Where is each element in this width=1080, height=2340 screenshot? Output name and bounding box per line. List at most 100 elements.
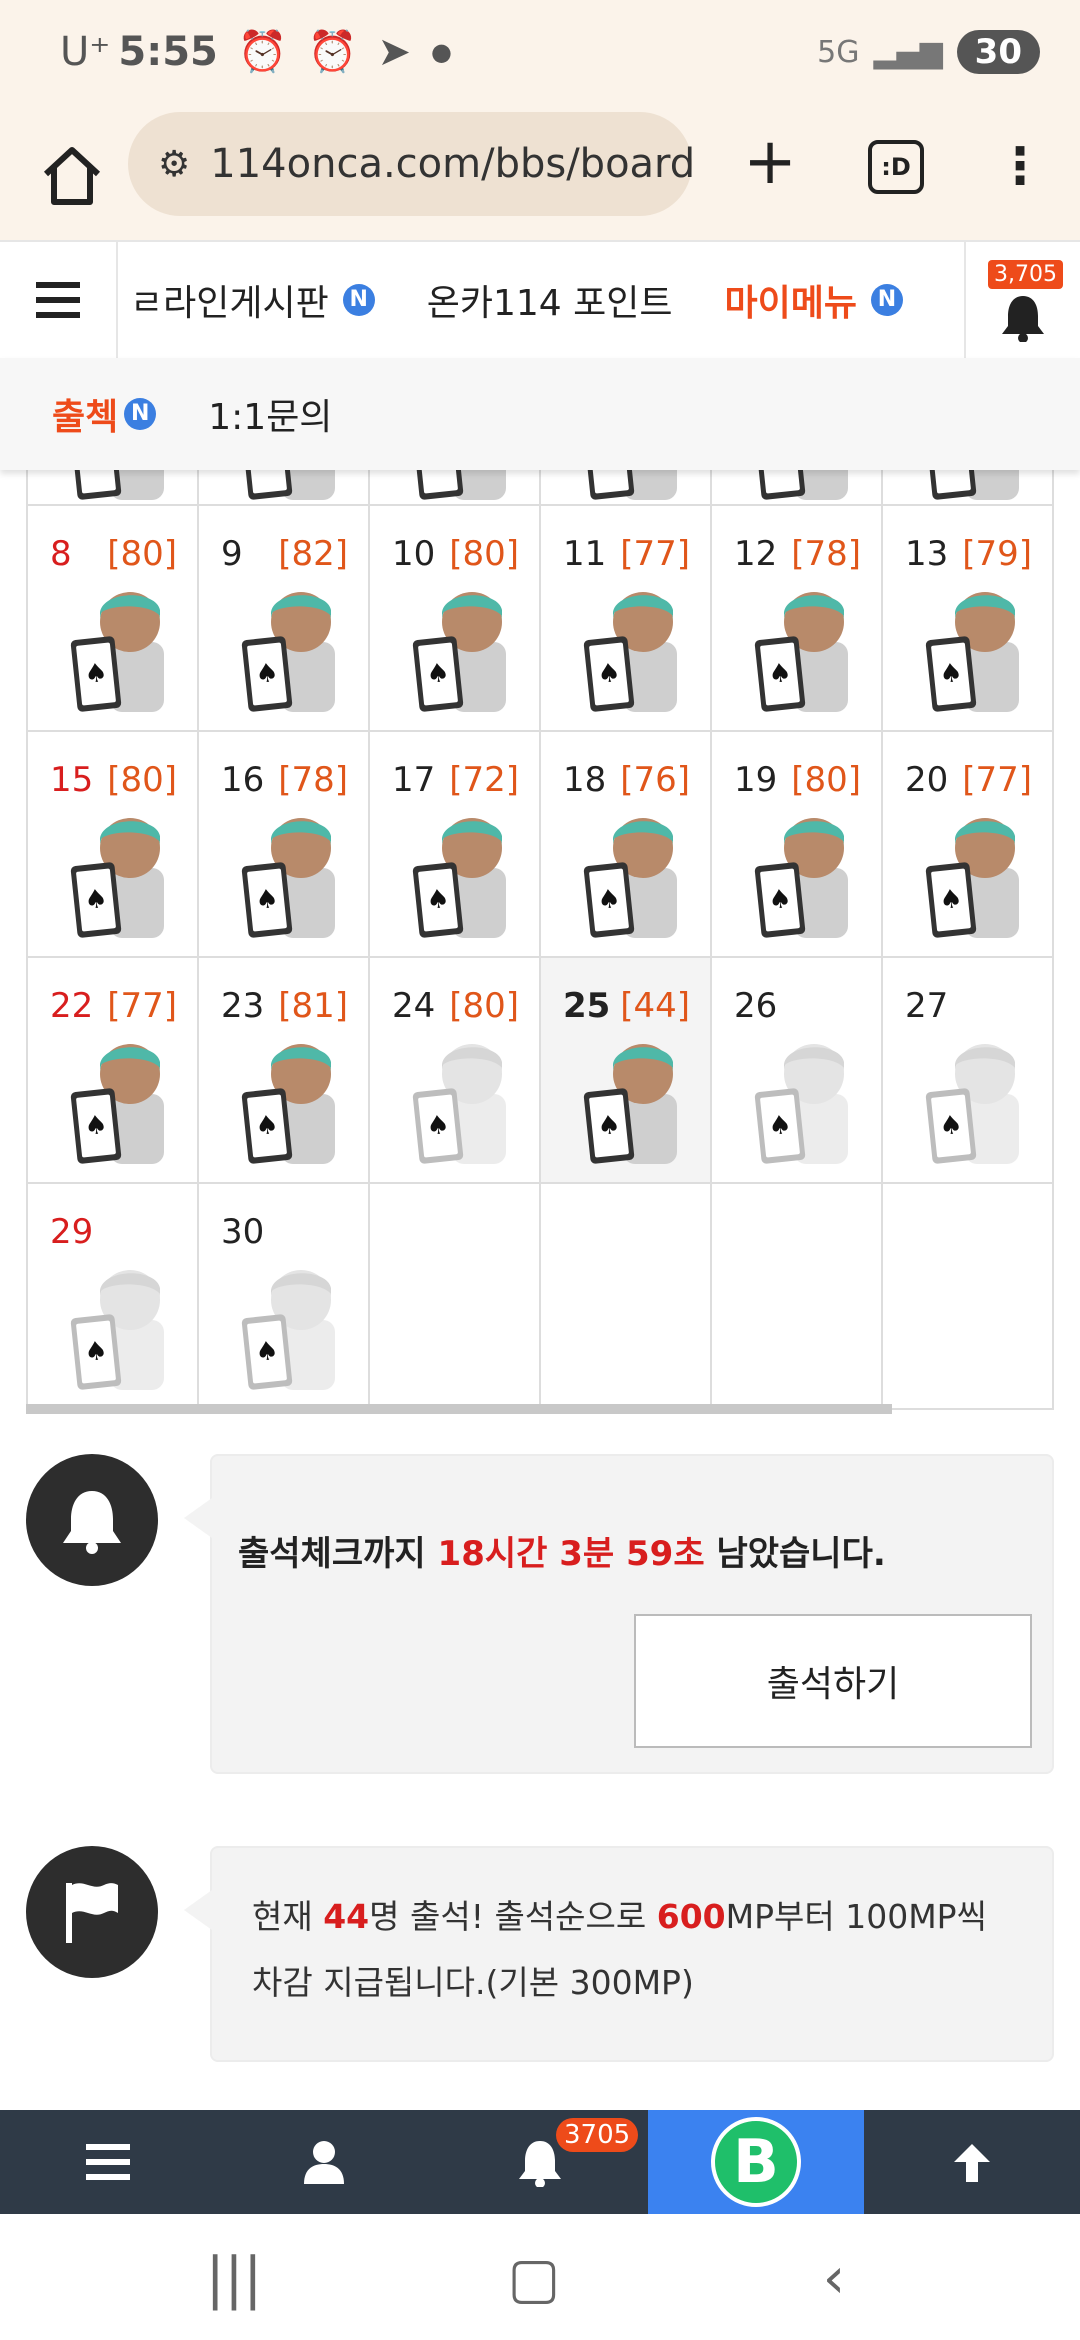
- attended-avatar-icon: ♠: [241, 582, 337, 714]
- calendar-day-cell[interactable]: 17 [72] ♠: [370, 732, 541, 958]
- nav-item-points[interactable]: 온카114 포인트: [427, 274, 673, 326]
- day-number: 24: [392, 986, 436, 1026]
- home-button[interactable]: [32, 136, 112, 216]
- tab-switcher-button[interactable]: :D: [868, 140, 924, 194]
- attendance-rank: [79]: [962, 534, 1032, 574]
- notification-button[interactable]: 3,705: [964, 242, 1080, 358]
- calendar-day-cell[interactable]: 15 [80] ♠: [28, 732, 199, 958]
- address-bar[interactable]: ⚙ 114onca.com/bbs/board.: [128, 112, 692, 216]
- calendar-day-cell[interactable]: 12 [78] ♠: [712, 506, 883, 732]
- svg-text:♠: ♠: [596, 884, 622, 916]
- sub-nav: 출첵 N 1:1문의: [0, 358, 1080, 470]
- new-tab-button[interactable]: +: [730, 122, 810, 202]
- countdown-panel: 출석체크까지 18시간 3분 59초 남았습니다. 출석하기: [184, 1454, 1054, 1774]
- day-number: 10: [392, 534, 436, 574]
- calendar-day-cell[interactable]: 22 [77] ♠: [28, 958, 199, 1184]
- calendar-day-cell[interactable]: 27 ♠: [883, 958, 1054, 1184]
- nav-item-board[interactable]: ㄹ라인게시판 N: [130, 274, 375, 326]
- svg-text:♠: ♠: [425, 1110, 451, 1142]
- flag-icon: [66, 1883, 118, 1943]
- svg-text:♠: ♠: [767, 884, 793, 916]
- svg-text:♠: ♠: [83, 884, 109, 916]
- calendar-week-row: 29 ♠ 30 ♠: [26, 1184, 1054, 1410]
- day-number: 27: [905, 986, 949, 1026]
- hamburger-icon: [36, 282, 80, 318]
- attend-button[interactable]: 출석하기: [634, 1614, 1032, 1748]
- attendance-rank: [72]: [449, 760, 519, 800]
- signal-icon: ▂▄▆: [873, 34, 943, 70]
- calendar-day-cell[interactable]: 9 [82] ♠: [199, 506, 370, 732]
- calendar-day-cell[interactable]: 25 [44] ♠: [541, 958, 712, 1184]
- attendance-calendar: ♠ ♠ ♠ ♠ ♠ ♠ 8[80]♠9[82]♠10[80]♠11[77]♠12…: [26, 470, 1054, 1414]
- attended-avatar-icon: ♠: [412, 582, 508, 714]
- alarm-icon: ⏰: [237, 29, 288, 75]
- attendance-rank: [80]: [449, 986, 519, 1026]
- bottom-notification-button[interactable]: 3705: [432, 2110, 648, 2214]
- calendar-day-cell[interactable]: 24 [80] ♠: [370, 958, 541, 1184]
- attendance-rank: [78]: [278, 760, 348, 800]
- calendar-day-cell[interactable]: 8 [80] ♠: [28, 506, 199, 732]
- system-nav-bar: ||| ▢ ‹: [0, 2214, 1080, 2340]
- bell-icon: [1002, 296, 1044, 342]
- recent-apps-icon[interactable]: |||: [194, 2244, 274, 2314]
- calendar-day-cell[interactable]: 10 [80] ♠: [370, 506, 541, 732]
- bottom-profile-button[interactable]: [216, 2110, 432, 2214]
- subnav-attendance[interactable]: 출첵 N: [52, 388, 157, 440]
- calendar-empty-cell: [712, 1184, 883, 1410]
- calendar-day-cell[interactable]: 16 [78] ♠: [199, 732, 370, 958]
- day-number: 29: [50, 1212, 94, 1252]
- notification-count: 3,705: [988, 260, 1063, 289]
- user-icon: [304, 2141, 344, 2184]
- not-attended-avatar-icon: ♠: [70, 1260, 166, 1392]
- subnav-inquiry[interactable]: 1:1문의: [208, 388, 332, 440]
- bottom-brand-button[interactable]: B: [648, 2110, 864, 2214]
- calendar-day-cell[interactable]: 18 [76] ♠: [541, 732, 712, 958]
- bell-circle: [26, 1454, 158, 1586]
- home-nav-icon[interactable]: ▢: [494, 2244, 574, 2314]
- hamburger-icon: [86, 2144, 130, 2180]
- calendar-cell: ♠: [28, 470, 199, 506]
- attendance-avatar-icon: ♠: [241, 470, 337, 502]
- menu-button[interactable]: [0, 242, 118, 358]
- calendar-day-cell[interactable]: 23 [81] ♠: [199, 958, 370, 1184]
- calendar-cell: ♠: [199, 470, 370, 506]
- day-number: 20: [905, 760, 949, 800]
- calendar-day-cell[interactable]: 13 [79] ♠: [883, 506, 1054, 732]
- calendar-day-cell[interactable]: 29 ♠: [28, 1184, 199, 1410]
- calendar-day-cell[interactable]: 26 ♠: [712, 958, 883, 1184]
- calendar-cell: ♠: [883, 470, 1054, 506]
- svg-text:♠: ♠: [425, 884, 451, 916]
- calendar-week-row: 15 [80] ♠ 16 [78] ♠ 17 [72] ♠ 18 [76] ♠ 19 [80] ♠ 20 [77…: [26, 732, 1054, 958]
- day-number: 8: [50, 534, 72, 574]
- svg-text:♠: ♠: [254, 1110, 280, 1142]
- nav-items: ㄹ라인게시판 N 온카114 포인트 마이메뉴 N: [130, 242, 903, 358]
- attended-avatar-icon: ♠: [583, 582, 679, 714]
- svg-text:♠: ♠: [938, 658, 964, 690]
- site-settings-icon[interactable]: ⚙: [158, 144, 190, 185]
- bottom-menu-button[interactable]: [0, 2110, 216, 2214]
- svg-text:♠: ♠: [425, 658, 451, 690]
- calendar-scrollbar[interactable]: [26, 1404, 892, 1414]
- calendar-day-cell[interactable]: 19 [80] ♠: [712, 732, 883, 958]
- more-menu-icon[interactable]: ⋮: [990, 126, 1050, 206]
- attendance-avatar-icon: ♠: [412, 470, 508, 502]
- calendar-day-cell[interactable]: 20 [77] ♠: [883, 732, 1054, 958]
- calendar-cell: ♠: [712, 470, 883, 506]
- svg-text:♠: ♠: [254, 658, 280, 690]
- svg-text:♠: ♠: [938, 1110, 964, 1142]
- attendance-rank: [80]: [449, 534, 519, 574]
- calendar-day-cell[interactable]: 11 [77] ♠: [541, 506, 712, 732]
- url-text[interactable]: 114onca.com/bbs/board.: [210, 141, 692, 187]
- browser-toolbar: ⚙ 114onca.com/bbs/board. + :D ⋮: [0, 112, 1080, 240]
- status-left: U⁺ 5:55 ⏰ ⏰ ➤ ●: [60, 28, 452, 76]
- status-right: 5G ▂▄▆ 30: [817, 30, 1040, 74]
- calendar-empty-cell: [541, 1184, 712, 1410]
- scroll-top-button[interactable]: [864, 2110, 1080, 2214]
- calendar-day-cell[interactable]: 30 ♠: [199, 1184, 370, 1410]
- nav-item-mymenu[interactable]: 마이메뉴 N: [725, 274, 903, 326]
- battery-indicator: 30: [956, 30, 1040, 74]
- back-icon[interactable]: ‹: [794, 2244, 874, 2314]
- countdown-suffix: 남았습니다.: [704, 1534, 886, 1574]
- nav-item-label: 마이메뉴: [724, 283, 857, 324]
- calendar-row-partial: ♠ ♠ ♠ ♠ ♠ ♠: [26, 470, 1054, 506]
